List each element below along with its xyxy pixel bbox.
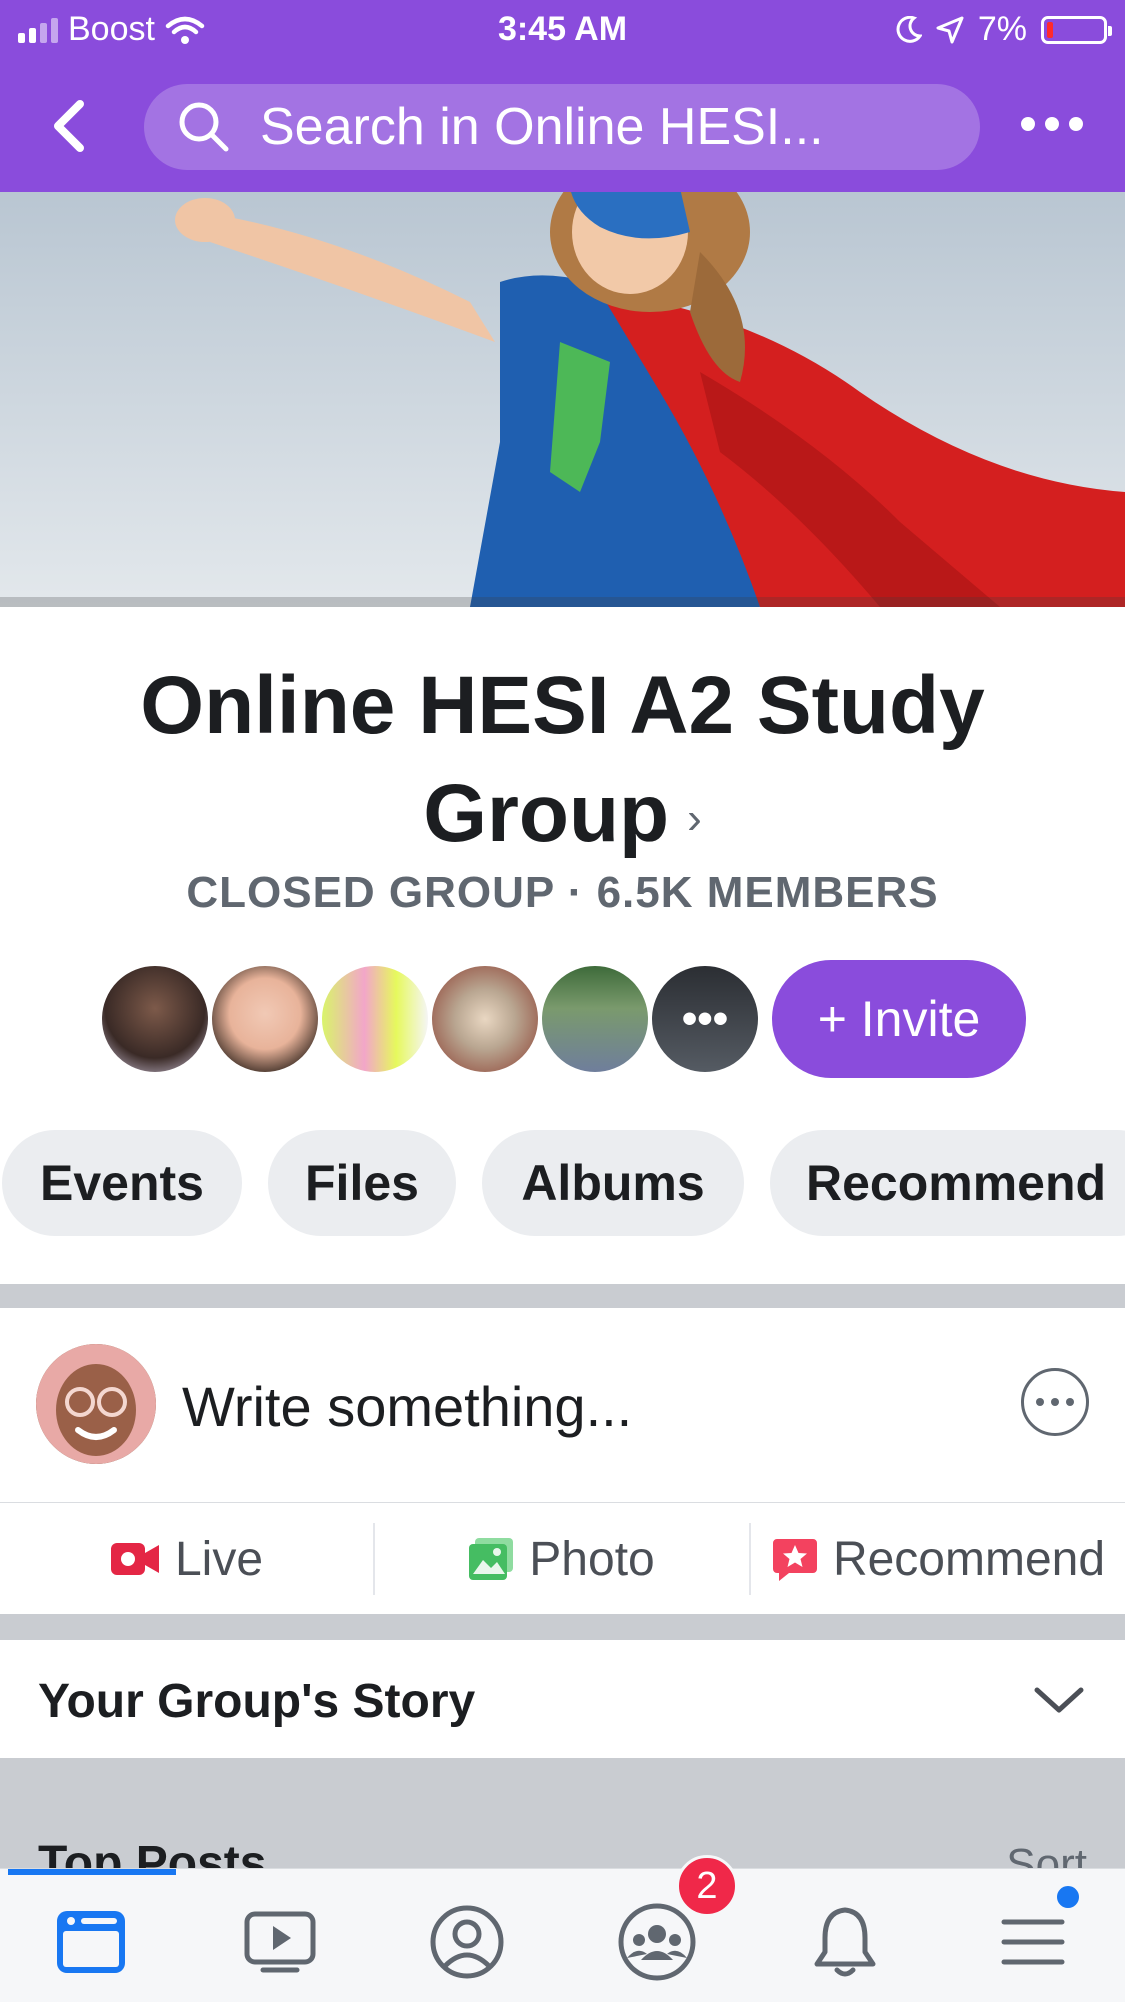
- hamburger-menu-icon: [1001, 1919, 1065, 1965]
- cover-illustration: [0, 192, 1125, 607]
- active-tab-indicator: [8, 1869, 176, 1875]
- recommend-label: Recommend: [832, 1532, 1106, 1586]
- group-name[interactable]: Online HESI A2 Study Group ›: [60, 652, 1065, 873]
- live-label: Live: [174, 1532, 264, 1586]
- search-icon: [179, 102, 229, 152]
- group-meta: CLOSED GROUP · 6.5K MEMBERS: [186, 868, 939, 917]
- bell-icon: [814, 1907, 876, 1977]
- photo-label: Photo: [529, 1532, 655, 1586]
- chip-recommend[interactable]: Recommend: [770, 1130, 1125, 1236]
- composer-prompt[interactable]: Write something...: [182, 1374, 632, 1439]
- more-dot: [1021, 117, 1035, 131]
- photo-icon: [469, 1538, 514, 1580]
- more-options-button[interactable]: [1021, 104, 1091, 144]
- sort-button[interactable]: Sort: [1006, 1840, 1087, 1868]
- cover-photo[interactable]: [0, 192, 1125, 607]
- more-dot: [1069, 117, 1083, 131]
- recommend-button[interactable]: Recommend: [751, 1503, 1125, 1615]
- tab-notifications[interactable]: [800, 1897, 890, 1987]
- recommend-star-icon: [772, 1539, 817, 1581]
- invite-label: + Invite: [817, 991, 981, 1047]
- location-arrow-icon: [936, 16, 964, 43]
- top-posts-title: Top Posts: [38, 1837, 267, 1868]
- section-divider: [0, 1284, 1125, 1308]
- section-divider: [0, 1614, 1125, 1640]
- moon-icon: [896, 15, 922, 43]
- more-dot: [1045, 117, 1059, 131]
- live-video-icon: [110, 1543, 159, 1575]
- chevron-right-icon: ›: [687, 794, 702, 844]
- options-dot: [1036, 1398, 1044, 1406]
- group-story-title: Your Group's Story: [38, 1675, 476, 1728]
- tab-news-feed[interactable]: [46, 1897, 136, 1987]
- options-dot: [1051, 1398, 1059, 1406]
- battery-icon: [1041, 15, 1112, 44]
- avatar[interactable]: [428, 962, 542, 1076]
- member-avatars[interactable]: •••: [98, 960, 762, 1078]
- photo-button[interactable]: Photo: [375, 1503, 747, 1615]
- live-button[interactable]: Live: [0, 1503, 372, 1615]
- tab-profile[interactable]: [422, 1897, 512, 1987]
- back-arrow-icon[interactable]: [46, 98, 96, 154]
- my-avatar[interactable]: [36, 1344, 156, 1464]
- group-name-line2-wrap: Group ›: [60, 760, 1065, 873]
- group-name-line2: Group: [423, 768, 670, 859]
- top-posts-header: Top Posts Sort: [0, 1758, 1125, 1868]
- menu-notification-dot: [1054, 1883, 1082, 1911]
- composer-options-button[interactable]: [1021, 1368, 1089, 1436]
- search-placeholder: Search in Online HESI...: [260, 98, 824, 156]
- avatar[interactable]: [208, 962, 322, 1076]
- status-bar: Boost 3:45 AM 7%: [0, 0, 1125, 62]
- search-input[interactable]: Search in Online HESI...: [144, 84, 980, 170]
- battery-percent: 7%: [977, 10, 1027, 48]
- groups-notification-badge: 2: [676, 1855, 738, 1917]
- group-name-line1: Online HESI A2 Study: [140, 660, 985, 751]
- group-story-section[interactable]: Your Group's Story: [0, 1640, 1125, 1758]
- chevron-down-icon[interactable]: [1031, 1680, 1087, 1720]
- chip-files[interactable]: Files: [268, 1130, 456, 1236]
- tab-watch[interactable]: [235, 1897, 325, 1987]
- status-right: 7%: [896, 10, 1112, 49]
- group-tabs: Events Files Albums Recommend: [0, 1130, 1125, 1238]
- nav-bar: Search in Online HESI...: [0, 80, 1125, 172]
- top-bar: Boost 3:45 AM 7% Search in Online HESI..…: [0, 0, 1125, 192]
- chip-label: Albums: [521, 1155, 705, 1211]
- avatar[interactable]: [318, 962, 432, 1076]
- avatar[interactable]: [538, 962, 652, 1076]
- bottom-tab-bar: 2: [0, 1855, 1125, 2002]
- my-avatar-art: [36, 1344, 156, 1464]
- chip-label: Recommend: [806, 1155, 1107, 1211]
- watch-video-icon: [244, 1911, 316, 1973]
- invite-button[interactable]: + Invite: [772, 960, 1026, 1078]
- groups-icon: [618, 1903, 696, 1981]
- more-members-avatar[interactable]: •••: [648, 962, 762, 1076]
- news-feed-icon: [57, 1911, 125, 1973]
- chip-events[interactable]: Events: [2, 1130, 242, 1236]
- avatar[interactable]: [98, 962, 212, 1076]
- profile-icon: [430, 1905, 504, 1979]
- chip-label: Events: [40, 1155, 204, 1211]
- chip-label: Files: [305, 1155, 419, 1211]
- post-composer[interactable]: Write something...: [0, 1308, 1125, 1500]
- chip-albums[interactable]: Albums: [482, 1130, 744, 1236]
- options-dot: [1066, 1398, 1074, 1406]
- composer-actions: Live Photo Recommend: [0, 1502, 1125, 1615]
